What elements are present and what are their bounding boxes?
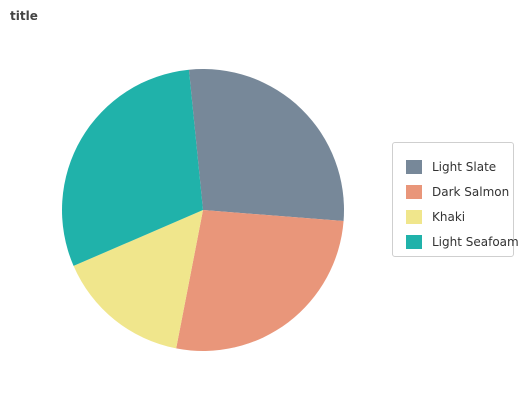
legend-swatch: [406, 235, 422, 249]
legend-item-khaki: Khaki: [406, 209, 465, 225]
legend-swatch: [406, 160, 422, 174]
legend-swatch: [406, 210, 422, 224]
pie-slice-light-slate: [188, 68, 345, 222]
legend-label: Light Seafoam: [432, 235, 519, 249]
legend-item-dark-salmon: Dark Salmon: [406, 184, 509, 200]
legend-label: Dark Salmon: [432, 185, 510, 199]
legend-label: Light Slate: [432, 160, 497, 174]
legend-label: Khaki: [432, 210, 466, 224]
legend-item-light-slate: Light Slate: [406, 159, 496, 175]
legend: Light Slate Dark Salmon Khaki Light Seafoam: [392, 142, 519, 257]
legend-item-light-seafoam: Light Seafoam: [406, 234, 519, 250]
pie-slice-dark-salmon: [176, 210, 344, 351]
legend-swatch: [406, 185, 422, 199]
